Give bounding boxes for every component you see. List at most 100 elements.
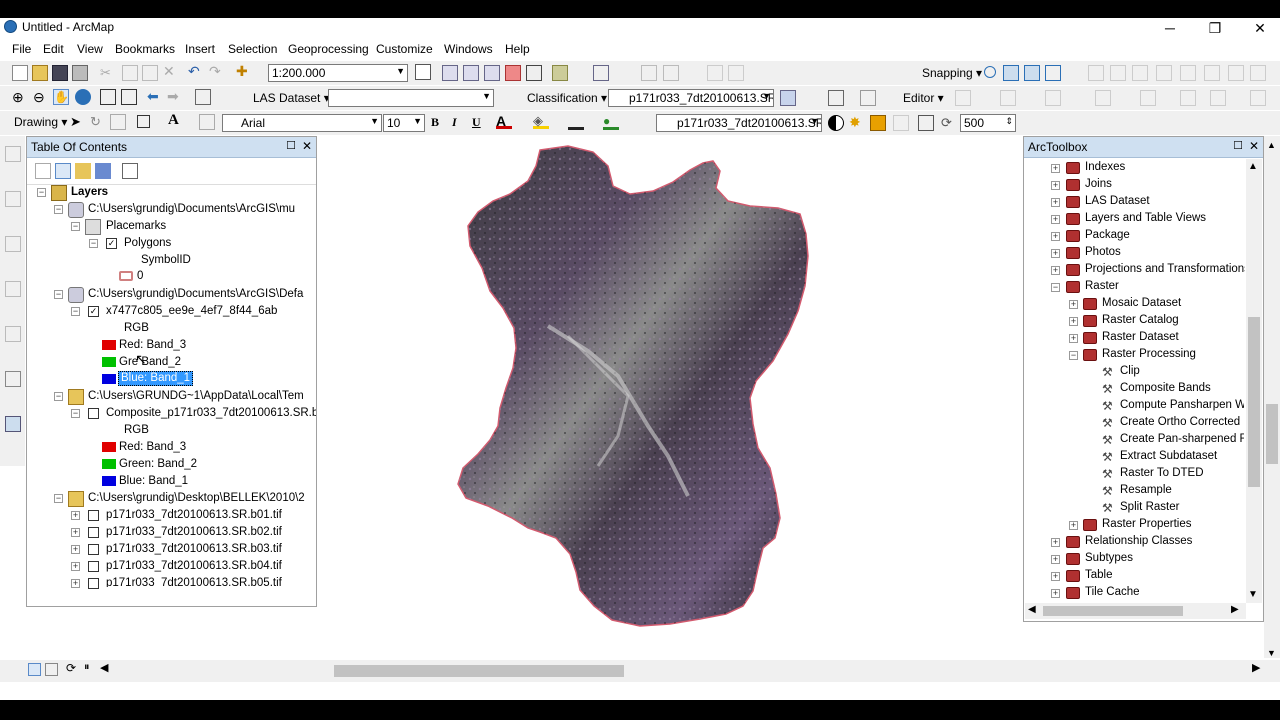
band-b03-checkbox[interactable] (88, 544, 99, 555)
tool-composite-bands[interactable]: Composite Bands (1120, 380, 1211, 397)
raster-processing-expander[interactable]: − (1069, 351, 1078, 360)
group2-expander[interactable]: − (54, 290, 63, 299)
scroll-right-icon[interactable]: ▶ (1231, 604, 1239, 615)
redo-icon[interactable]: ↷ (209, 63, 225, 79)
group1-path[interactable]: C:\Users\grundig\Documents\ArcGIS\mu (88, 201, 316, 218)
brightness-icon[interactable]: ✸ (849, 114, 865, 130)
map-view[interactable] (318, 136, 1021, 658)
toolbox-item-raster-dataset[interactable]: Raster Dataset (1102, 329, 1179, 346)
paste-icon[interactable] (142, 65, 158, 81)
map-scroll-down-icon[interactable]: ▼ (1267, 648, 1276, 658)
measure-icon[interactable] (828, 90, 844, 106)
menu-geoprocessing[interactable]: Geoprocessing (288, 42, 369, 56)
select-features-icon[interactable] (195, 89, 211, 105)
raster1-label[interactable]: x7477c805_ee9e_4ef7_8f44_6ab (106, 303, 277, 320)
close-button[interactable]: ✕ (1240, 18, 1280, 38)
open-folder-icon[interactable] (32, 65, 48, 81)
copy-icon[interactable] (122, 65, 138, 81)
composite-label[interactable]: Composite_p171r033_7dt20100613.SR.b (106, 405, 316, 422)
pan-icon[interactable]: ✋ (53, 89, 69, 105)
green-swatch-1[interactable] (102, 357, 116, 367)
blue-band-2[interactable]: Blue: Band_1 (119, 473, 188, 490)
layer-combo-draw[interactable]: p171r033_7dt20100613.SR.b ▼ (656, 114, 822, 132)
toolbox-item-raster[interactable]: Raster (1085, 278, 1119, 295)
blue-swatch-2[interactable] (102, 476, 116, 486)
menu-bookmarks[interactable]: Bookmarks (115, 42, 175, 56)
band-b05-expander[interactable]: + (71, 579, 80, 588)
snap-end-icon[interactable] (1045, 65, 1061, 81)
delete-icon[interactable]: ✕ (163, 63, 179, 79)
menu-windows[interactable]: Windows (444, 42, 493, 56)
edit-tool-e-icon[interactable] (1180, 65, 1196, 81)
dock-tool-3-icon[interactable] (5, 236, 21, 252)
dock-tool-7-icon[interactable] (5, 416, 21, 432)
las-dataset-expander[interactable]: + (1051, 198, 1060, 207)
menu-file[interactable]: File (12, 42, 31, 56)
group1-expander[interactable]: − (54, 205, 63, 214)
toolbox-item-relationship-classes[interactable]: Relationship Classes (1085, 533, 1192, 550)
drawing-menu[interactable]: Drawing ▾ (14, 115, 67, 129)
text-tool-icon[interactable]: A (168, 112, 184, 128)
edit-tool-f-icon[interactable] (1204, 65, 1220, 81)
create-features-icon[interactable] (1250, 90, 1266, 106)
rectangle-tool-icon[interactable] (137, 115, 150, 128)
toc-close-icon[interactable]: ✕ (302, 139, 312, 153)
toolbox-item-projections[interactable]: Projections and Transformations (1085, 261, 1245, 278)
search-window-icon[interactable] (484, 65, 500, 81)
green-swatch-2[interactable] (102, 459, 116, 469)
zoom-whole-page-icon[interactable] (110, 114, 126, 130)
toolbox-item-subtypes[interactable]: Subtypes (1085, 550, 1133, 567)
subtypes-expander[interactable]: + (1051, 555, 1060, 564)
scroll-up-icon[interactable]: ▲ (1248, 161, 1258, 172)
band-b03-expander[interactable]: + (71, 545, 80, 554)
toolbox-item-layers-table-views[interactable]: Layers and Table Views (1085, 210, 1206, 227)
classification-menu[interactable]: Classification ▾ (527, 91, 607, 105)
photos-expander[interactable]: + (1051, 249, 1060, 258)
undo-icon[interactable]: ↶ (188, 63, 204, 79)
dock-tool-4-icon[interactable] (5, 281, 21, 297)
refresh-icon[interactable]: ⟳ (66, 661, 82, 677)
font-name-combo[interactable]: Arial ▼ (222, 114, 382, 132)
placemarks-label[interactable]: Placemarks (106, 218, 166, 235)
table-expander[interactable]: + (1051, 572, 1060, 581)
indexes-expander[interactable]: + (1051, 164, 1060, 173)
band-b01-checkbox[interactable] (88, 510, 99, 521)
blue-swatch-1[interactable] (102, 374, 116, 384)
dock-tool-1-icon[interactable] (5, 146, 21, 162)
edit-tool-c-icon[interactable] (1132, 65, 1148, 81)
map-scroll-up-icon[interactable]: ▲ (1267, 140, 1276, 150)
new-document-icon[interactable] (12, 65, 28, 81)
band-b02-label[interactable]: p171r033_7dt20100613.SR.b02.tif (106, 524, 282, 541)
mosaic-dataset-expander[interactable]: + (1069, 300, 1078, 309)
joins-expander[interactable]: + (1051, 181, 1060, 190)
data-view-icon[interactable] (28, 663, 41, 676)
select-elements-icon[interactable] (860, 90, 876, 106)
transparency-icon[interactable] (870, 115, 886, 131)
toolbox-item-las-dataset[interactable]: LAS Dataset (1085, 193, 1150, 210)
font-color-icon[interactable]: A (496, 113, 512, 129)
map-hscroll-thumb[interactable] (334, 665, 624, 677)
dock-tool-5-icon[interactable] (5, 326, 21, 342)
map-scale-combo[interactable]: 1:200.000 ▼ (268, 64, 408, 82)
composite-checkbox[interactable] (88, 408, 99, 419)
attributes-icon[interactable] (1180, 90, 1196, 106)
toolbox-item-mosaic-dataset[interactable]: Mosaic Dataset (1102, 295, 1181, 312)
scroll-left-icon[interactable]: ◀ (1028, 604, 1036, 615)
layer-combo-top[interactable]: p171r033_7dt20100613.SR.l ▼ (608, 89, 774, 107)
catalog-window-icon[interactable] (463, 65, 479, 81)
fixed-zoom-in-icon[interactable] (100, 89, 116, 105)
layout-tool-3-icon[interactable] (707, 65, 723, 81)
tool-clip[interactable]: Clip (1120, 363, 1140, 380)
editor-toolbar-icon[interactable] (415, 64, 431, 80)
italic-button[interactable]: I (452, 115, 457, 130)
rotate-element-icon[interactable]: ↻ (90, 114, 106, 130)
snap-point-icon[interactable] (984, 66, 996, 78)
relationship-classes-expander[interactable]: + (1051, 538, 1060, 547)
convert-text-icon[interactable] (199, 114, 215, 130)
straight-segment-icon[interactable] (1000, 90, 1016, 106)
menu-selection[interactable]: Selection (228, 42, 277, 56)
pause-drawing-icon[interactable]: ⏸ (84, 661, 100, 677)
tile-cache-expander[interactable]: + (1051, 589, 1060, 598)
group4-expander[interactable]: − (54, 494, 63, 503)
trace-icon[interactable] (1045, 90, 1061, 106)
